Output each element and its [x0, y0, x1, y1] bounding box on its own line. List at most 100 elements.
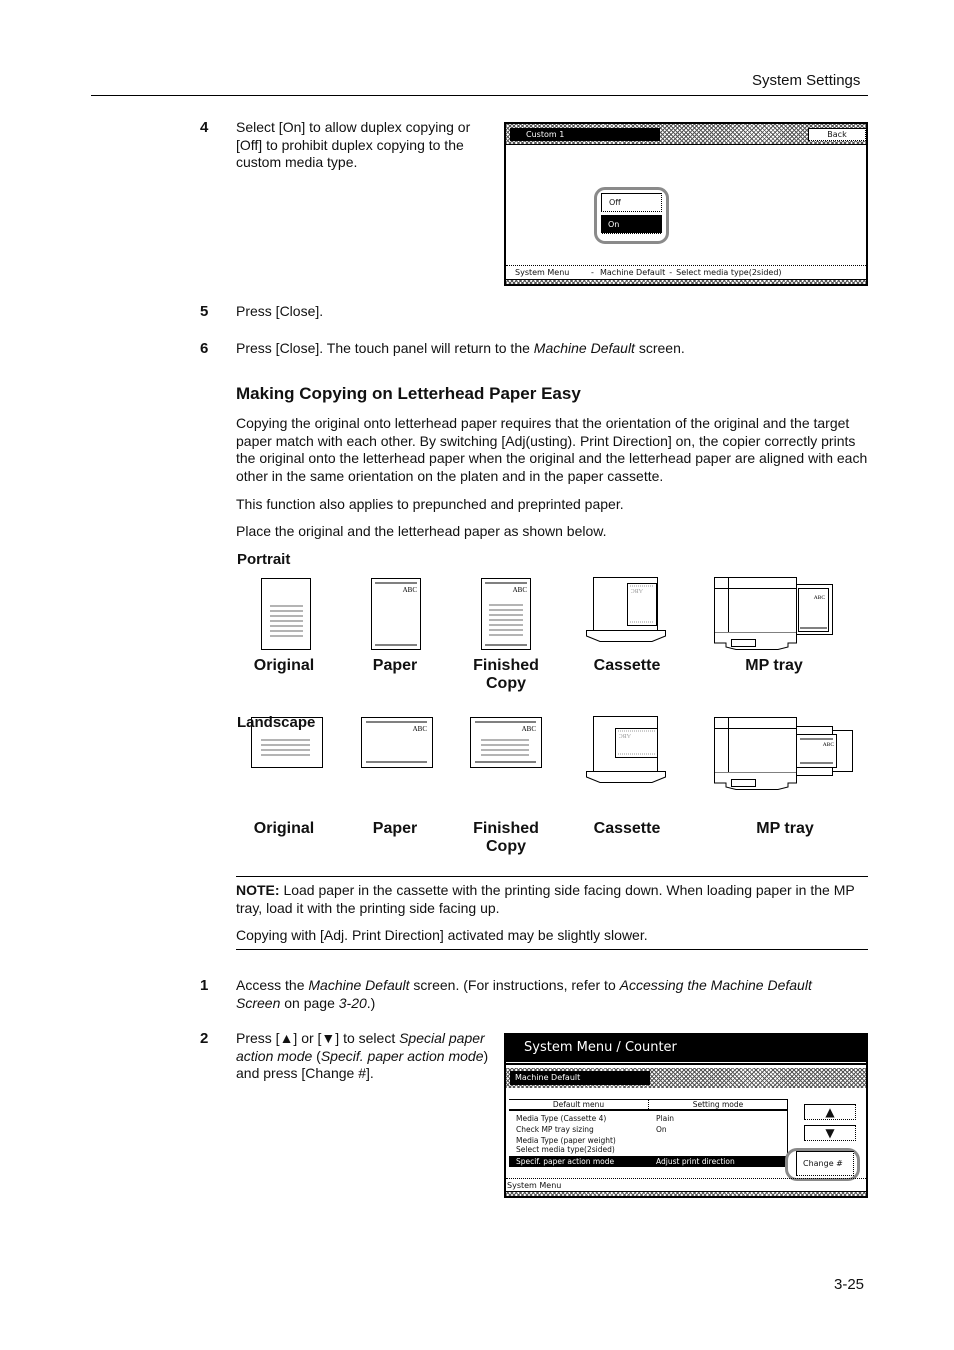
- breadcrumb-status: System Menu - Machine Default - Select m…: [506, 265, 866, 279]
- figure-label: Cassette: [593, 820, 661, 837]
- text-run-italic: 3-20: [338, 994, 367, 1011]
- scroll-down-button[interactable]: ▼: [804, 1125, 856, 1141]
- row-menu: Check MP tray sizing: [516, 1125, 594, 1134]
- list-row-selected[interactable]: Specif. paper action mode Adjust print d…: [509, 1156, 787, 1167]
- row-menu: Select media type(2sided): [516, 1145, 615, 1154]
- portrait-heading: Portrait: [237, 551, 291, 568]
- step-number: 1: [200, 977, 209, 994]
- svg-text:ABC: ABC: [631, 587, 643, 593]
- breadcrumb-separator: -: [669, 268, 673, 277]
- step-number: 4: [200, 119, 209, 136]
- row-menu: Media Type (Cassette 4): [516, 1114, 607, 1123]
- back-button[interactable]: Back: [808, 128, 866, 141]
- touch-panel-machine-default: System Menu / Counter Machine Default De…: [504, 1033, 868, 1198]
- original-page-icon: [261, 578, 311, 650]
- paragraph: Place the original and the letterhead pa…: [236, 523, 607, 539]
- letterhead-text: ABC: [814, 595, 826, 601]
- change-number-button[interactable]: Change #: [796, 1151, 854, 1176]
- landscape-heading: Landscape: [237, 714, 316, 731]
- figure-label: MP tray: [756, 820, 814, 837]
- list-row[interactable]: Media Type (Cassette 4) Plain: [509, 1113, 787, 1124]
- text-run: .): [366, 994, 376, 1011]
- panel-bottom-bar: [506, 1191, 866, 1196]
- paragraph: Copying the original onto letterhead pap…: [236, 415, 868, 484]
- step-text: Press [Close].: [236, 303, 324, 319]
- row-setting: Adjust print direction: [656, 1157, 735, 1166]
- step-number: 5: [200, 303, 209, 320]
- row-setting: Plain: [656, 1114, 675, 1123]
- figure-label: Finished Copy: [473, 820, 539, 855]
- figure-label: Finished Copy: [473, 657, 539, 692]
- cassette-icon: ABC: [586, 577, 666, 642]
- paragraph: This function also applies to prepunched…: [236, 496, 624, 512]
- breadcrumb-item: Machine Default: [600, 268, 666, 277]
- column-header: Setting mode: [692, 1100, 744, 1109]
- page-number: 3-25: [834, 1276, 865, 1293]
- divider: [506, 144, 866, 145]
- note-bottom-rule: [236, 949, 868, 950]
- letterhead-text: ABC: [513, 586, 528, 594]
- panel-tab: Machine Default: [510, 1071, 650, 1085]
- step-number: 6: [200, 340, 209, 357]
- text-run-italic: Machine Default: [308, 977, 410, 993]
- list-header: Default menu Setting mode: [509, 1100, 787, 1111]
- section-title: Making Copying on Letterhead Paper Easy: [236, 384, 581, 403]
- figure-label: Paper: [372, 657, 418, 674]
- breadcrumb-item: Select media type(2sided): [676, 268, 782, 277]
- running-header: System Settings: [752, 72, 861, 89]
- list-row[interactable]: Media Type (paper weight): [509, 1135, 787, 1145]
- figure-label: Cassette: [593, 657, 661, 674]
- letterhead-text: ABC: [823, 742, 835, 748]
- letterhead-text: ABC: [403, 586, 418, 594]
- note-text-2: Copying with [Adj. Print Direction] acti…: [236, 927, 648, 943]
- breadcrumb-status: System Menu: [506, 1178, 866, 1191]
- text-run: screen.: [634, 340, 685, 356]
- row-menu: Media Type (paper weight): [516, 1135, 616, 1145]
- letterhead-paper-icon: ABC: [361, 717, 433, 768]
- divider: [506, 1063, 866, 1065]
- letterhead-paper-icon: ABC: [371, 578, 421, 650]
- touch-panel-custom-duplex: Custom 1 Back Off On System Menu - Machi…: [504, 122, 868, 286]
- text-run: Load paper in the cassette with the prin…: [236, 882, 855, 916]
- step-text: Access the Machine Default screen. (For …: [236, 977, 856, 1012]
- note-text: NOTE: Load paper in the cassette with th…: [236, 882, 870, 917]
- landscape-figure-row: ABC ABC ABC ABC: [251, 716, 853, 790]
- step-text: Press [▲] or [▼] to select Special paper…: [236, 1030, 496, 1083]
- list-row[interactable]: Select media type(2sided): [509, 1145, 787, 1154]
- scroll-up-button[interactable]: ▲: [804, 1104, 856, 1120]
- text-run: screen. (For instructions, refer to: [409, 977, 620, 993]
- mp-tray-icon: ABC: [714, 577, 833, 650]
- figure-label: Paper: [372, 820, 418, 837]
- figure-label: MP tray: [745, 657, 803, 674]
- finished-copy-icon: ABC: [470, 717, 542, 768]
- note-label: NOTE:: [236, 882, 280, 898]
- note-top-rule: [236, 876, 868, 877]
- text-run: (: [312, 1047, 321, 1064]
- panel-header: System Menu / Counter: [506, 1035, 866, 1062]
- panel-bottom-bar: [506, 279, 866, 284]
- list-row[interactable]: Check MP tray sizing On: [509, 1124, 787, 1135]
- text-run-italic: Specif. paper action mode: [320, 1047, 484, 1064]
- option-on-button[interactable]: On: [601, 215, 662, 234]
- breadcrumb-item: System Menu: [515, 268, 570, 277]
- letterhead-text: ABC: [522, 725, 537, 733]
- text-run: Access the: [236, 977, 309, 993]
- column-header: Default menu: [509, 1100, 649, 1109]
- breadcrumb-separator: -: [591, 268, 594, 277]
- cassette-icon: ABC: [586, 716, 666, 783]
- step-text: Press [Close]. The touch panel will retu…: [236, 340, 685, 358]
- portrait-figure-row: ABC ABC ABC ABC: [261, 577, 833, 650]
- step-text: Select [On] to allow duplex copying or […: [236, 119, 471, 170]
- row-menu: Specif. paper action mode: [516, 1157, 615, 1166]
- text-run: on page: [280, 994, 339, 1011]
- header-rule: [91, 95, 868, 96]
- panel-tab: Custom 1: [510, 128, 660, 141]
- step-number: 2: [200, 1030, 209, 1047]
- letterhead-text: ABC: [413, 725, 428, 733]
- option-off-button[interactable]: Off: [601, 193, 662, 212]
- finished-copy-icon: ABC: [481, 578, 531, 650]
- text-run-italic: Machine Default: [533, 340, 635, 356]
- svg-text:ABC: ABC: [619, 732, 631, 738]
- row-setting: On: [656, 1125, 667, 1134]
- text-run: Press [Close]. The touch panel will retu…: [236, 340, 534, 356]
